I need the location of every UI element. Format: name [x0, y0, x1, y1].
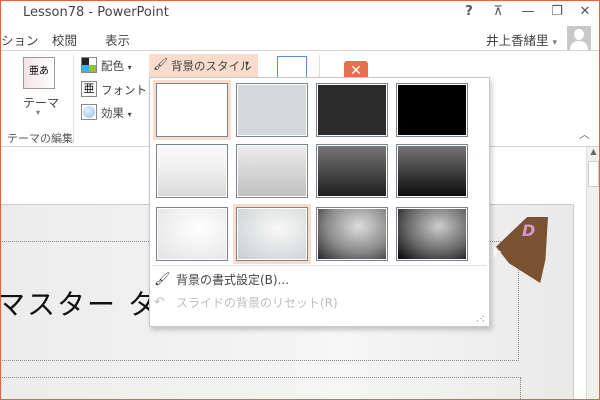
maximize-button[interactable]: ❐ — [547, 4, 567, 19]
background-style-thumbnail — [236, 144, 308, 198]
group-separator — [73, 55, 74, 143]
format-background-icon: 🖌 — [154, 272, 171, 287]
background-style-option[interactable] — [233, 204, 311, 264]
background-style-option[interactable] — [393, 80, 471, 140]
background-style-option[interactable] — [313, 80, 391, 140]
background-style-option[interactable] — [153, 80, 231, 140]
background-style-thumbnail — [396, 83, 468, 137]
reset-background-label: スライドの背景のリセット(R) — [176, 296, 338, 310]
background-style-thumbnail — [316, 207, 388, 261]
background-style-thumbnail — [236, 207, 308, 261]
background-style-thumbnail — [316, 144, 388, 198]
scrollbar-thumb[interactable] — [588, 161, 599, 187]
theme-button-label[interactable]: テーマ — [23, 94, 59, 111]
background-style-thumbnail — [316, 83, 388, 137]
background-style-thumbnail — [156, 83, 228, 137]
colors-label: 配色 — [101, 59, 124, 73]
background-style-option[interactable] — [233, 80, 311, 140]
tab-view[interactable]: 表示 — [105, 30, 130, 49]
group-label: テーマの編集 — [7, 132, 73, 145]
tab-review[interactable]: 校閲 — [52, 30, 77, 49]
vertical-scrollbar[interactable]: ▲ — [586, 147, 599, 399]
chevron-down-icon: ▾ — [127, 63, 132, 72]
logo-letter: D — [522, 221, 536, 240]
user-account[interactable]: 井上香緒里 ▾ — [486, 30, 557, 49]
fonts-button[interactable]: フォント ▾ — [101, 82, 155, 98]
avatar-body-icon — [570, 41, 588, 50]
chevron-down-icon: ▾ — [127, 110, 132, 119]
ribbon-display-options-button[interactable]: ⊼ — [488, 4, 508, 19]
background-style-option[interactable] — [313, 141, 391, 201]
format-background-menu-item[interactable]: 🖌 背景の書式設定(B)... — [154, 271, 289, 288]
avatar-head-icon — [574, 29, 584, 40]
paint-bucket-icon: 🖌 — [153, 57, 169, 71]
help-button[interactable]: ? — [459, 4, 479, 19]
background-style-thumbnail — [156, 144, 228, 198]
user-name: 井上香緒里 — [486, 33, 549, 48]
chevron-down-icon: ▾ — [245, 59, 250, 68]
background-style-thumbnail — [156, 207, 228, 261]
minimize-button[interactable]: — — [518, 4, 538, 19]
background-style-thumbnail — [396, 144, 468, 198]
collapse-ribbon-button[interactable]: ︿ — [579, 126, 590, 142]
theme-icon: 亜あ — [23, 57, 55, 89]
colors-button[interactable]: 配色 ▾ — [101, 58, 132, 74]
background-style-option[interactable] — [313, 204, 391, 264]
slide-title-text[interactable]: マスター タ — [1, 283, 158, 323]
reset-background-menu-item[interactable]: ↶ スライドの背景のリセット(R) — [154, 294, 338, 311]
effects-icon — [81, 104, 97, 120]
colors-icon — [81, 57, 97, 73]
close-button[interactable]: ✕ — [575, 4, 595, 19]
background-style-option[interactable] — [233, 141, 311, 201]
background-style-option[interactable] — [393, 141, 471, 201]
background-style-option[interactable] — [153, 204, 231, 264]
avatar[interactable] — [567, 26, 591, 50]
background-style-thumbnail — [396, 207, 468, 261]
powerpoint-window: Lesson78 - PowerPoint ? ⊼ — ❐ ✕ ション 校閲 表… — [0, 0, 600, 400]
effects-label: 効果 — [101, 106, 124, 120]
chevron-down-icon: ▾ — [552, 38, 558, 48]
background-style-option[interactable] — [153, 141, 231, 201]
background-style-thumbnail — [236, 83, 308, 137]
background-styles-label: 背景のスタイル — [171, 59, 252, 73]
chevron-down-icon[interactable]: ▾ — [36, 108, 40, 117]
scroll-up-icon[interactable]: ▲ — [587, 147, 599, 156]
reset-background-icon: ↶ — [154, 295, 165, 310]
content-placeholder[interactable] — [1, 377, 521, 399]
fonts-label: フォント — [101, 83, 147, 97]
resize-grip-icon[interactable]: ⠠⠪ — [473, 315, 485, 324]
format-background-label: 背景の書式設定(B)... — [176, 273, 290, 287]
window-title: Lesson78 - PowerPoint — [23, 5, 169, 20]
effects-button[interactable]: 効果 ▾ — [101, 105, 132, 121]
fonts-icon: 亜 — [81, 81, 97, 97]
background-styles-dropdown: 🖌 背景の書式設定(B)... ↶ スライドの背景のリセット(R) ⠠⠪ — [149, 77, 490, 327]
background-styles-button[interactable]: 🖌 背景のスタイル ▾ — [149, 54, 258, 77]
menu-separator — [152, 265, 487, 266]
tab-slideshow[interactable]: ション — [1, 30, 39, 49]
background-style-option[interactable] — [393, 204, 471, 264]
